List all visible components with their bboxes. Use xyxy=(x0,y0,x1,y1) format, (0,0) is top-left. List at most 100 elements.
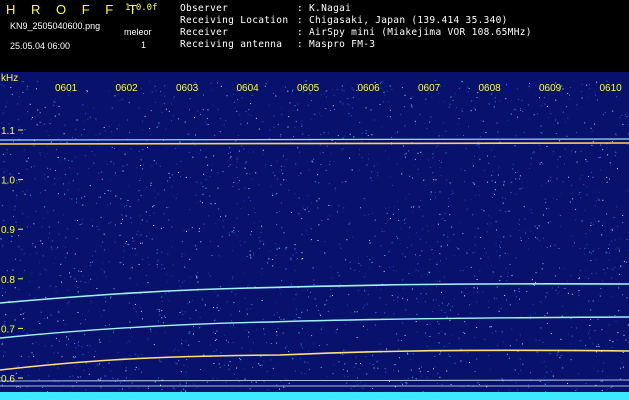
noise-speckle xyxy=(395,132,397,134)
noise-speckle xyxy=(474,336,475,338)
noise-speckle xyxy=(578,290,580,292)
noise-speckle xyxy=(608,259,610,261)
noise-speckle xyxy=(81,197,83,199)
noise-speckle xyxy=(470,266,472,268)
noise-speckle xyxy=(529,82,530,84)
noise-speckle xyxy=(499,280,501,282)
noise-speckle xyxy=(561,85,563,87)
noise-speckle xyxy=(360,207,362,209)
noise-speckle xyxy=(419,255,421,256)
noise-speckle xyxy=(211,255,213,257)
noise-speckle xyxy=(461,108,463,109)
noise-speckle xyxy=(145,187,147,188)
noise-speckle xyxy=(254,212,256,214)
noise-speckle xyxy=(138,304,140,306)
noise-speckle xyxy=(16,197,18,199)
noise-speckle xyxy=(107,204,109,206)
noise-speckle xyxy=(281,113,283,115)
noise-speckle xyxy=(117,378,119,380)
noise-speckle xyxy=(131,336,132,338)
noise-speckle xyxy=(473,107,475,109)
noise-speckle xyxy=(431,96,433,98)
noise-speckle xyxy=(261,273,263,275)
noise-speckle xyxy=(308,296,309,298)
noise-speckle xyxy=(286,345,288,347)
noise-speckle xyxy=(26,88,28,90)
noise-speckle xyxy=(546,371,548,373)
noise-speckle xyxy=(606,80,608,82)
noise-speckle xyxy=(64,246,66,248)
noise-speckle xyxy=(225,324,227,325)
noise-speckle xyxy=(622,123,624,125)
noise-speckle xyxy=(219,131,221,133)
noise-speckle xyxy=(259,220,260,222)
noise-speckle xyxy=(602,225,603,226)
noise-speckle xyxy=(617,226,618,228)
noise-speckle xyxy=(489,326,491,328)
noise-speckle xyxy=(477,287,478,289)
noise-speckle xyxy=(121,262,123,263)
noise-speckle xyxy=(55,291,57,293)
noise-speckle xyxy=(171,103,172,105)
noise-speckle xyxy=(449,355,451,357)
noise-speckle xyxy=(205,123,207,125)
noise-speckle xyxy=(407,236,409,238)
noise-speckle xyxy=(153,225,154,226)
noise-speckle xyxy=(88,281,89,283)
noise-speckle xyxy=(217,245,219,247)
noise-speckle xyxy=(450,96,452,98)
noise-speckle xyxy=(609,339,611,341)
noise-speckle xyxy=(263,243,265,245)
noise-speckle xyxy=(177,118,179,120)
noise-speckle xyxy=(180,160,182,162)
noise-speckle xyxy=(66,336,68,338)
noise-speckle xyxy=(323,132,325,134)
noise-speckle xyxy=(298,213,300,215)
noise-speckle xyxy=(551,370,553,372)
noise-speckle xyxy=(320,328,322,330)
noise-speckle xyxy=(208,215,210,217)
noise-speckle xyxy=(533,114,535,116)
noise-speckle xyxy=(321,115,323,117)
noise-speckle xyxy=(595,94,596,96)
noise-speckle xyxy=(337,211,338,213)
noise-speckle xyxy=(510,235,512,237)
noise-speckle xyxy=(383,270,385,272)
noise-speckle xyxy=(579,248,581,250)
noise-speckle xyxy=(307,195,309,197)
noise-speckle xyxy=(82,219,83,221)
noise-speckle xyxy=(301,123,303,125)
noise-speckle xyxy=(558,248,560,249)
noise-speckle xyxy=(501,331,503,333)
noise-speckle xyxy=(427,274,428,276)
noise-speckle xyxy=(604,178,606,180)
noise-speckle xyxy=(196,277,198,279)
noise-speckle xyxy=(149,128,151,129)
noise-speckle xyxy=(406,382,408,384)
noise-speckle xyxy=(567,334,569,335)
noise-speckle xyxy=(195,245,197,247)
noise-speckle xyxy=(245,161,247,163)
noise-speckle xyxy=(397,339,399,341)
noise-speckle xyxy=(374,219,376,221)
noise-speckle xyxy=(96,202,97,204)
noise-speckle xyxy=(604,272,606,274)
noise-speckle xyxy=(533,284,535,286)
noise-speckle xyxy=(491,180,493,182)
noise-speckle xyxy=(579,192,581,193)
noise-speckle xyxy=(74,343,76,344)
noise-speckle xyxy=(550,333,552,335)
noise-speckle xyxy=(592,250,594,252)
noise-speckle xyxy=(466,352,468,354)
noise-speckle xyxy=(423,287,425,289)
noise-speckle xyxy=(9,173,11,175)
noise-speckle xyxy=(622,366,624,368)
noise-speckle xyxy=(38,343,40,345)
noise-speckle xyxy=(77,173,79,175)
noise-speckle xyxy=(384,255,386,256)
noise-speckle xyxy=(113,162,115,164)
noise-speckle xyxy=(563,163,565,165)
noise-speckle xyxy=(591,144,593,146)
noise-speckle xyxy=(86,90,88,92)
noise-speckle xyxy=(401,173,403,175)
